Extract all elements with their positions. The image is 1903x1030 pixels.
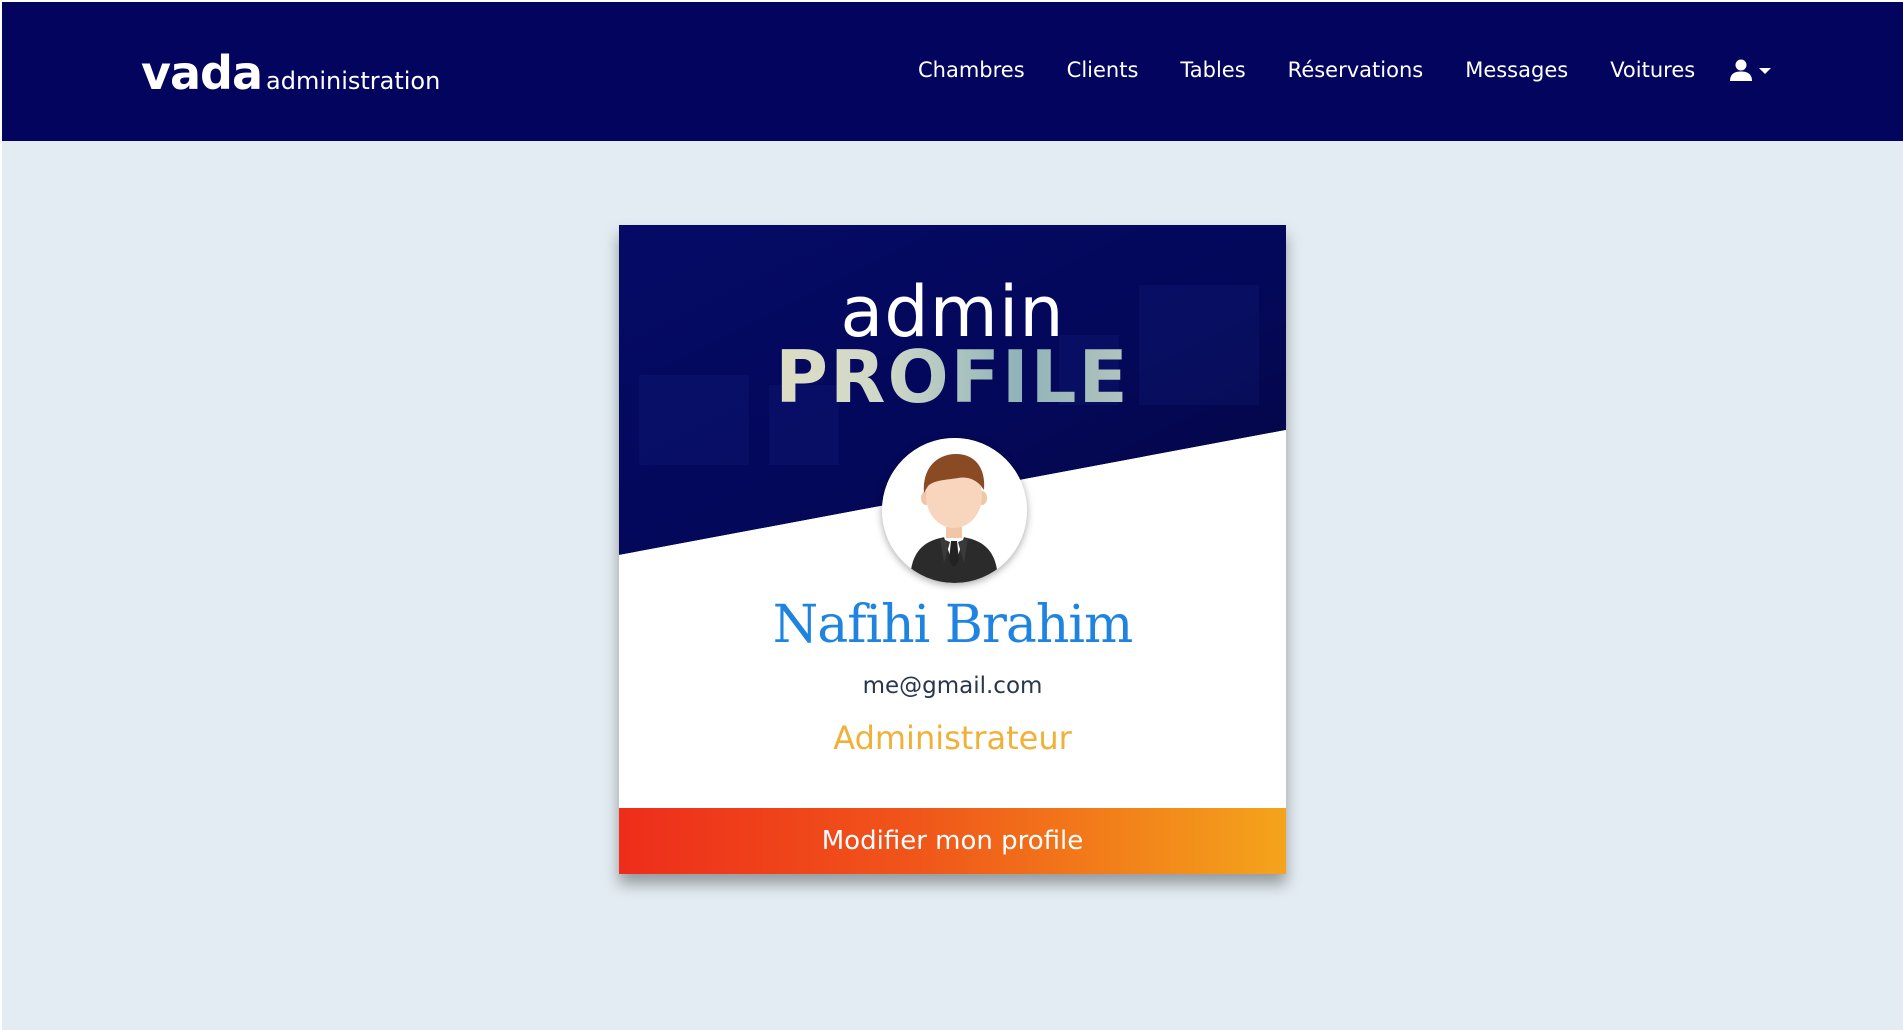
page: vada administration Chambres Clients Tabl…: [0, 0, 1903, 1030]
businessman-avatar-icon: [882, 438, 1027, 583]
profile-role: Administrateur: [833, 719, 1072, 757]
profile-email: me@gmail.com: [862, 673, 1043, 699]
profile-name: Nafihi Brahim: [772, 595, 1134, 655]
avatar: [882, 438, 1027, 583]
banner-title: admin PROFILE: [619, 277, 1286, 413]
nav-link-tables[interactable]: Tables: [1180, 58, 1245, 82]
user-menu-dropdown[interactable]: [1729, 58, 1772, 82]
brand-subtitle: administration: [266, 67, 441, 95]
brand-logo[interactable]: vada administration: [141, 46, 440, 100]
caret-down-icon: [1759, 68, 1772, 74]
top-navbar: vada administration Chambres Clients Tabl…: [2, 0, 1903, 141]
nav-link-clients[interactable]: Clients: [1067, 58, 1139, 82]
edit-profile-button[interactable]: Modifier mon profile: [619, 808, 1286, 874]
banner-title-line2: PROFILE: [619, 341, 1286, 413]
user-icon: [1730, 59, 1753, 81]
nav-link-reservations[interactable]: Réservations: [1288, 58, 1424, 82]
nav-link-chambres[interactable]: Chambres: [918, 58, 1025, 82]
profile-card: admin PROFILE Nafihi Brahim me@gmail.com…: [619, 225, 1286, 874]
nav-link-messages[interactable]: Messages: [1465, 58, 1568, 82]
nav-link-voitures[interactable]: Voitures: [1610, 58, 1695, 82]
brand-name: vada: [141, 46, 263, 100]
nav-menu: Chambres Clients Tables Réservations Mes…: [918, 58, 1772, 82]
